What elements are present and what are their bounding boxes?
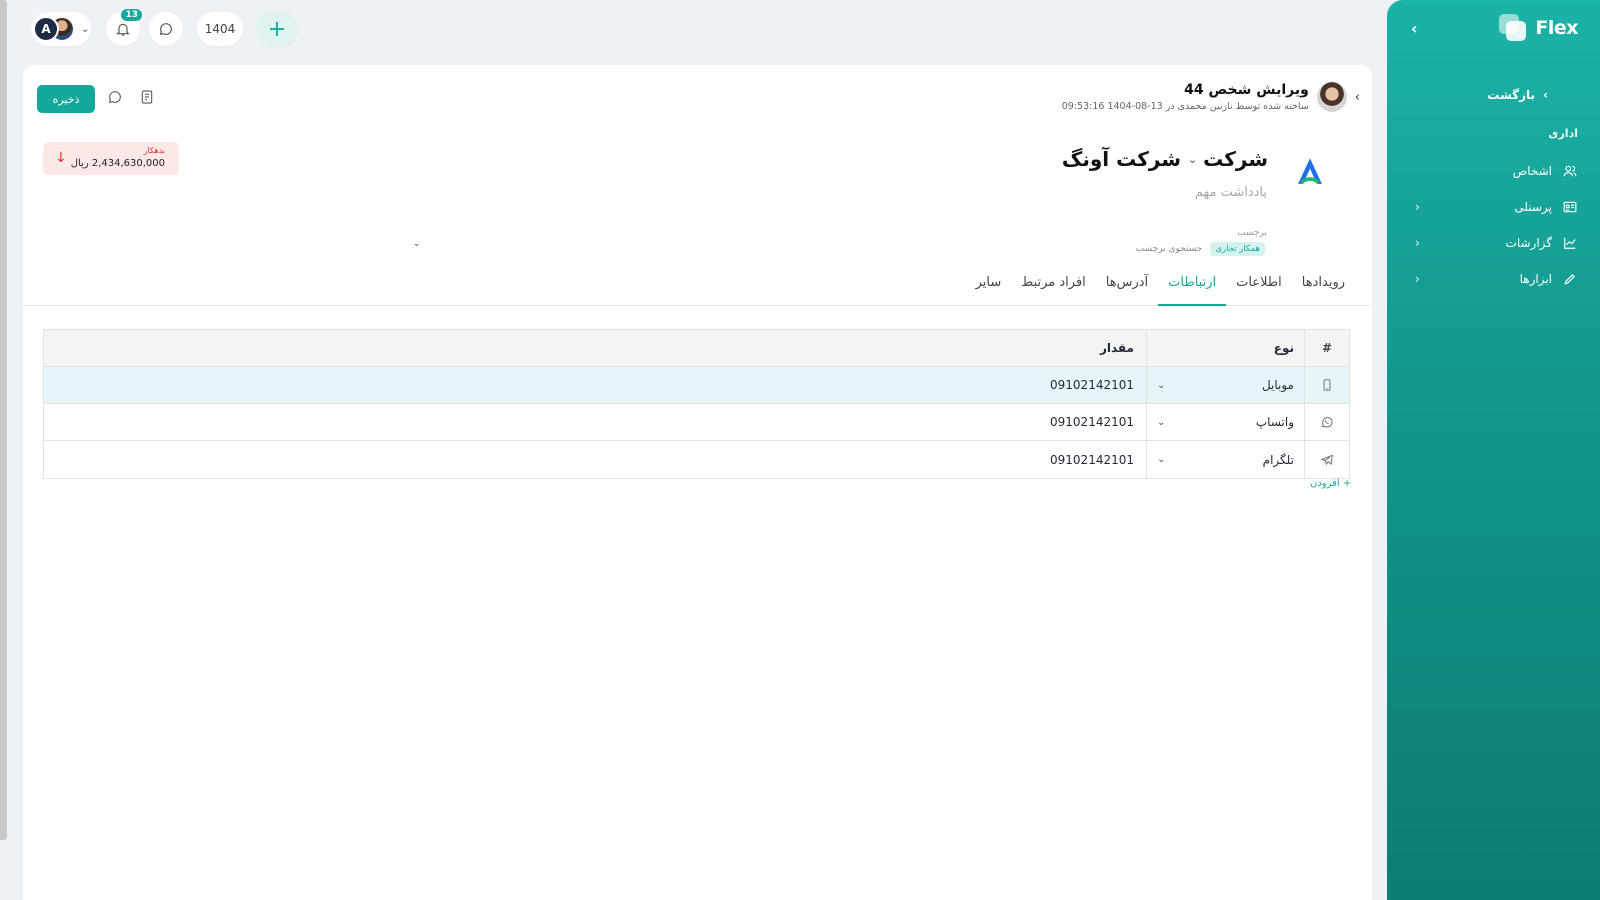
contacts-table: # نوع مقدار موبایل ⌄ 09102142101 واتساپ … (43, 329, 1350, 479)
tab-communications[interactable]: ارتباطات (1158, 267, 1227, 306)
avatar: A (33, 16, 59, 42)
users-icon (1562, 163, 1578, 179)
column-header-type: نوع (1146, 330, 1304, 366)
chat-button[interactable] (149, 12, 183, 46)
table-row[interactable]: تلگرام ⌄ 09102142101 (44, 441, 1349, 478)
sidebar-back-label: بازگشت (1487, 88, 1536, 102)
notification-count-badge: 13 (121, 9, 142, 21)
sidebar-item-persons[interactable]: اشخاص (1415, 159, 1578, 183)
balance-status-label: بدهکار (143, 146, 165, 155)
chevron-down-icon[interactable]: ⌄ (413, 239, 421, 249)
tag-search-input[interactable]: جستجوی برچسب (1136, 244, 1203, 254)
contact-type-select[interactable]: تلگرام ⌄ (1146, 441, 1304, 478)
sidebar-section-title: اداری (1548, 127, 1578, 140)
sidebar-item-personnel[interactable]: پرسنلی ‹ (1415, 195, 1578, 219)
chevron-down-icon: ⌄ (1187, 152, 1198, 166)
tab-related-people[interactable]: افراد مرتبط (1011, 267, 1096, 306)
sidebar-item-tools[interactable]: ابزارها ‹ (1415, 267, 1578, 291)
page-subtitle: ساخته شده توسط نازنین محمدی در 13-08-140… (1061, 101, 1309, 112)
sidebar-back-button[interactable]: › بازگشت (1487, 88, 1548, 102)
back-chevron-icon[interactable]: › (1355, 90, 1360, 105)
chart-line-icon (1562, 235, 1578, 251)
column-header-num: # (1304, 330, 1349, 366)
brand-logo-icon (1499, 14, 1527, 42)
telegram-icon (1320, 454, 1333, 465)
page-header: › ویرایش شخص 44 ساخته شده توسط نازنین مح… (1062, 82, 1360, 112)
balance-badge: بدهکار 2,434,630,000 ریال ↓ (43, 142, 179, 175)
id-card-icon (1562, 199, 1578, 215)
column-header-value: مقدار (1099, 341, 1134, 355)
chevron-down-icon: ⌄ (81, 23, 90, 35)
bell-icon (116, 23, 130, 36)
chat-icon[interactable] (107, 89, 125, 107)
note-field[interactable]: یادداشت مهم (1195, 185, 1267, 200)
page-title: ویرایش شخص 44 (1184, 82, 1309, 98)
entity-name[interactable]: شرکت آونگ (1062, 147, 1181, 171)
pencil-icon (1562, 271, 1578, 287)
contact-value-field[interactable]: 09102142101 (44, 367, 1146, 403)
contact-value-field[interactable]: 09102142101 (44, 441, 1146, 478)
tab-info[interactable]: اطلاعات (1226, 267, 1292, 306)
tab-addresses[interactable]: آدرس‌ها (1096, 267, 1158, 306)
avatar (1316, 82, 1347, 112)
sidebar-collapse-chevron-icon[interactable]: › (1411, 19, 1418, 38)
chevron-left-icon: ‹ (1415, 200, 1420, 214)
chevron-down-icon: ⌄ (1157, 416, 1166, 428)
contact-type-value: موبایل (1261, 378, 1294, 392)
contact-type-select[interactable]: واتساپ ⌄ (1146, 404, 1304, 440)
sidebar-item-label: گزارشات (1505, 236, 1552, 250)
sidebar-item-label: ابزارها (1519, 272, 1552, 286)
table-row[interactable]: موبایل ⌄ 09102142101 (44, 367, 1349, 404)
sidebar: Flex › › بازگشت اداری اشخاص پرسنلی ‹ گزا… (1387, 0, 1600, 900)
save-button[interactable]: ذخیره (37, 85, 95, 113)
table-row[interactable]: واتساپ ⌄ 09102142101 (44, 404, 1349, 441)
balance-value: 2,434,630,000 ریال (70, 158, 165, 169)
add-contact-link[interactable]: + افزودن (1310, 478, 1351, 489)
document-icon[interactable] (139, 89, 157, 107)
table-header: # نوع مقدار (44, 330, 1349, 367)
tab-other[interactable]: سایر (966, 267, 1012, 306)
tag-input[interactable]: همکار تجاری جستجوی برچسب (1136, 242, 1265, 256)
mobile-icon (1323, 379, 1331, 391)
sidebar-item-reports[interactable]: گزارشات ‹ (1415, 231, 1578, 255)
arrow-down-icon: ↓ (55, 150, 67, 166)
main-card: › ویرایش شخص 44 ساخته شده توسط نازنین مح… (23, 65, 1372, 900)
page-scrollbar[interactable] (0, 0, 7, 840)
tag-chip[interactable]: همکار تجاری (1210, 242, 1265, 256)
chevron-left-icon: ‹ (1415, 236, 1420, 250)
notifications-button[interactable]: 13 (106, 9, 142, 46)
plus-icon: + (267, 16, 287, 42)
contact-type-value: تلگرام (1262, 452, 1294, 467)
add-new-button[interactable]: + (256, 12, 298, 46)
fiscal-year-selector[interactable]: 1404 (197, 12, 243, 46)
chevron-down-icon: ⌄ (1157, 379, 1166, 391)
entity-type-value: شرکت (1203, 147, 1268, 171)
sidebar-item-label: پرسنلی (1514, 200, 1552, 214)
brand-name: Flex (1535, 17, 1578, 39)
contact-type-select[interactable]: موبایل ⌄ (1146, 367, 1304, 403)
contact-value-field[interactable]: 09102142101 (44, 404, 1146, 440)
chevron-left-icon: ‹ (1415, 272, 1420, 286)
brand: Flex (1499, 14, 1578, 42)
company-logo-icon (1298, 158, 1322, 184)
entity-type-select[interactable]: شرکت ⌄ (1188, 147, 1268, 171)
tag-label: برچسب (1237, 228, 1267, 238)
chat-icon (159, 23, 172, 36)
whatsapp-icon (1321, 417, 1333, 428)
chevron-down-icon: ⌄ (1157, 454, 1166, 465)
user-menu[interactable]: A ⌄ (31, 12, 91, 46)
contact-type-value: واتساپ (1255, 415, 1294, 429)
chevron-right-icon: › (1543, 88, 1548, 102)
tab-events[interactable]: رویدادها (1292, 267, 1355, 306)
sidebar-item-label: اشخاص (1512, 164, 1552, 178)
tab-bar: رویدادها اطلاعات ارتباطات آدرس‌ها افراد … (23, 267, 1372, 306)
